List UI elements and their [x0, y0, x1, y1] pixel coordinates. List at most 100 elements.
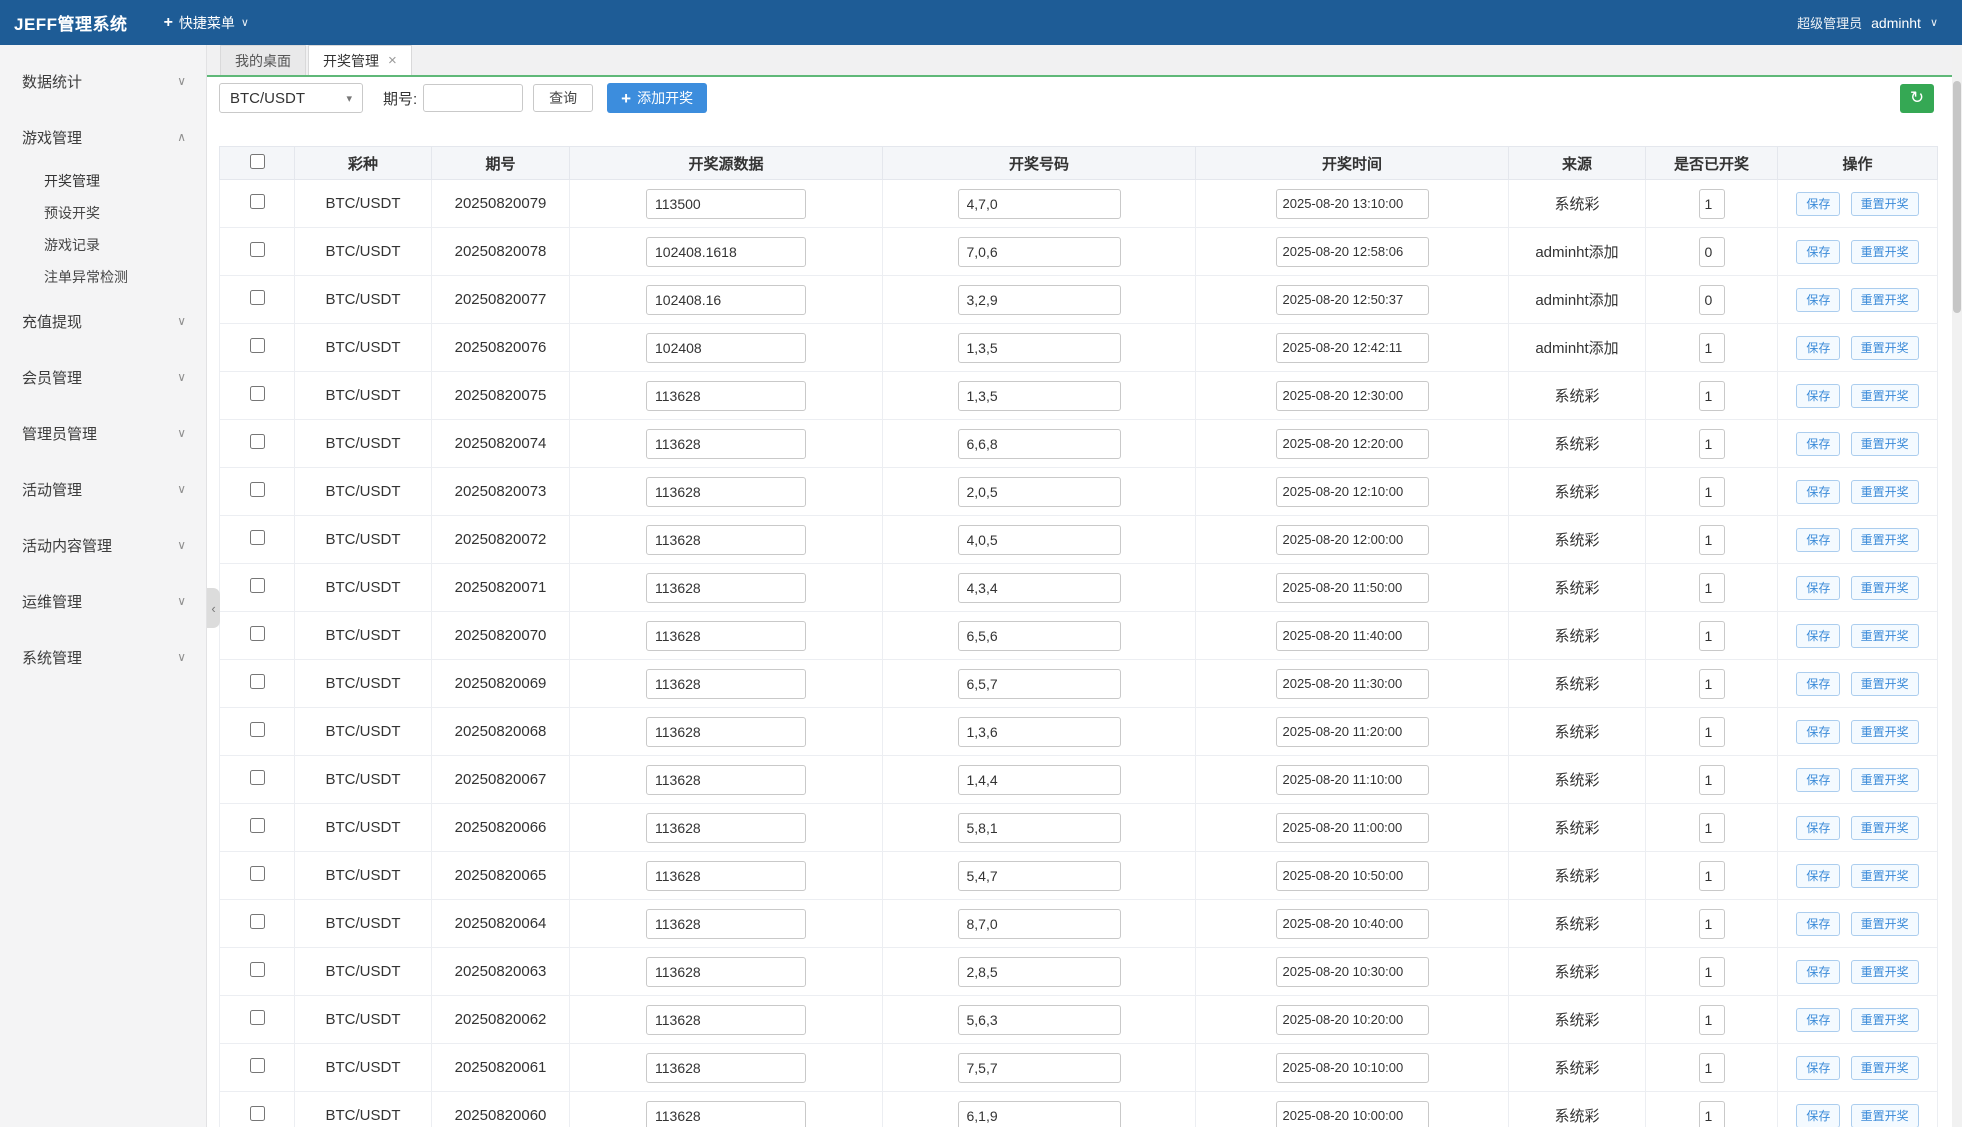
draw-time-input[interactable] [1276, 333, 1429, 363]
drawn-flag-input[interactable] [1699, 381, 1725, 411]
row-checkbox[interactable] [250, 770, 265, 785]
reset-draw-button[interactable]: 重置开奖 [1851, 528, 1919, 552]
draw-numbers-input[interactable] [958, 429, 1121, 459]
drawn-flag-input[interactable] [1699, 861, 1725, 891]
draw-numbers-input[interactable] [958, 621, 1121, 651]
tab[interactable]: 开奖管理 × [308, 45, 412, 75]
draw-time-input[interactable] [1276, 813, 1429, 843]
reset-draw-button[interactable]: 重置开奖 [1851, 480, 1919, 504]
row-checkbox[interactable] [250, 722, 265, 737]
row-checkbox[interactable] [250, 1010, 265, 1025]
save-button[interactable]: 保存 [1796, 1104, 1840, 1127]
drawn-flag-input[interactable] [1699, 1101, 1725, 1127]
draw-numbers-input[interactable] [958, 477, 1121, 507]
source-data-input[interactable] [646, 525, 806, 555]
reset-draw-button[interactable]: 重置开奖 [1851, 1104, 1919, 1127]
drawn-flag-input[interactable] [1699, 189, 1725, 219]
tab-close-icon[interactable]: × [388, 53, 397, 68]
drawn-flag-input[interactable] [1699, 669, 1725, 699]
reset-draw-button[interactable]: 重置开奖 [1851, 720, 1919, 744]
save-button[interactable]: 保存 [1796, 1008, 1840, 1032]
save-button[interactable]: 保存 [1796, 576, 1840, 600]
row-checkbox[interactable] [250, 194, 265, 209]
drawn-flag-input[interactable] [1699, 525, 1725, 555]
draw-numbers-input[interactable] [958, 861, 1121, 891]
draw-time-input[interactable] [1276, 1005, 1429, 1035]
draw-time-input[interactable] [1276, 477, 1429, 507]
source-data-input[interactable] [646, 621, 806, 651]
draw-time-input[interactable] [1276, 525, 1429, 555]
refresh-button[interactable]: ↻ [1900, 84, 1934, 113]
drawn-flag-input[interactable] [1699, 717, 1725, 747]
source-data-input[interactable] [646, 381, 806, 411]
sidebar-item[interactable]: 管理员管理 ∨ [0, 405, 206, 461]
save-button[interactable]: 保存 [1796, 816, 1840, 840]
draw-time-input[interactable] [1276, 285, 1429, 315]
drawn-flag-input[interactable] [1699, 957, 1725, 987]
sidebar-item[interactable]: 数据统计 ∨ [0, 53, 206, 109]
save-button[interactable]: 保存 [1796, 336, 1840, 360]
query-button[interactable]: 查询 [533, 84, 593, 112]
source-data-input[interactable] [646, 477, 806, 507]
source-data-input[interactable] [646, 285, 806, 315]
row-checkbox[interactable] [250, 482, 265, 497]
draw-numbers-input[interactable] [958, 381, 1121, 411]
sidebar-item[interactable]: 活动内容管理 ∨ [0, 517, 206, 573]
draw-numbers-input[interactable] [958, 909, 1121, 939]
reset-draw-button[interactable]: 重置开奖 [1851, 1008, 1919, 1032]
row-checkbox[interactable] [250, 626, 265, 641]
reset-draw-button[interactable]: 重置开奖 [1851, 1056, 1919, 1080]
reset-draw-button[interactable]: 重置开奖 [1851, 336, 1919, 360]
drawn-flag-input[interactable] [1699, 285, 1725, 315]
draw-numbers-input[interactable] [958, 813, 1121, 843]
reset-draw-button[interactable]: 重置开奖 [1851, 672, 1919, 696]
draw-time-input[interactable] [1276, 765, 1429, 795]
draw-numbers-input[interactable] [958, 285, 1121, 315]
reset-draw-button[interactable]: 重置开奖 [1851, 288, 1919, 312]
source-data-input[interactable] [646, 237, 806, 267]
draw-numbers-input[interactable] [958, 573, 1121, 603]
draw-numbers-input[interactable] [958, 525, 1121, 555]
add-draw-button[interactable]: + 添加开奖 [607, 83, 707, 113]
draw-time-input[interactable] [1276, 621, 1429, 651]
draw-time-input[interactable] [1276, 189, 1429, 219]
save-button[interactable]: 保存 [1796, 960, 1840, 984]
scrollbar-thumb[interactable] [1953, 81, 1961, 313]
row-checkbox[interactable] [250, 338, 265, 353]
draw-time-input[interactable] [1276, 573, 1429, 603]
save-button[interactable]: 保存 [1796, 912, 1840, 936]
drawn-flag-input[interactable] [1699, 1053, 1725, 1083]
drawn-flag-input[interactable] [1699, 909, 1725, 939]
reset-draw-button[interactable]: 重置开奖 [1851, 240, 1919, 264]
sidebar-item[interactable]: 充值提现 ∨ [0, 293, 206, 349]
sidebar-subitem[interactable]: 游戏记录 [0, 229, 206, 261]
sidebar-item[interactable]: 运维管理 ∨ [0, 573, 206, 629]
draw-time-input[interactable] [1276, 861, 1429, 891]
row-checkbox[interactable] [250, 290, 265, 305]
lottery-select[interactable]: BTC/USDT ▾ [219, 83, 363, 113]
draw-time-input[interactable] [1276, 429, 1429, 459]
reset-draw-button[interactable]: 重置开奖 [1851, 768, 1919, 792]
reset-draw-button[interactable]: 重置开奖 [1851, 816, 1919, 840]
tab[interactable]: 我的桌面 [220, 45, 306, 75]
sidebar-subitem[interactable]: 注单异常检测 [0, 261, 206, 293]
row-checkbox[interactable] [250, 530, 265, 545]
user-menu[interactable]: 超级管理员 adminht ∨ [1793, 0, 1942, 45]
reset-draw-button[interactable]: 重置开奖 [1851, 576, 1919, 600]
draw-time-input[interactable] [1276, 381, 1429, 411]
save-button[interactable]: 保存 [1796, 528, 1840, 552]
sidebar-subitem[interactable]: 开奖管理 [0, 165, 206, 197]
draw-numbers-input[interactable] [958, 1053, 1121, 1083]
vertical-scrollbar[interactable] [1952, 45, 1962, 1127]
row-checkbox[interactable] [250, 578, 265, 593]
source-data-input[interactable] [646, 1053, 806, 1083]
save-button[interactable]: 保存 [1796, 432, 1840, 456]
select-all-checkbox[interactable] [250, 154, 265, 169]
draw-numbers-input[interactable] [958, 333, 1121, 363]
drawn-flag-input[interactable] [1699, 1005, 1725, 1035]
draw-numbers-input[interactable] [958, 765, 1121, 795]
save-button[interactable]: 保存 [1796, 624, 1840, 648]
quick-menu[interactable]: + 快捷菜单 ∨ [154, 0, 259, 45]
save-button[interactable]: 保存 [1796, 1056, 1840, 1080]
draw-numbers-input[interactable] [958, 189, 1121, 219]
